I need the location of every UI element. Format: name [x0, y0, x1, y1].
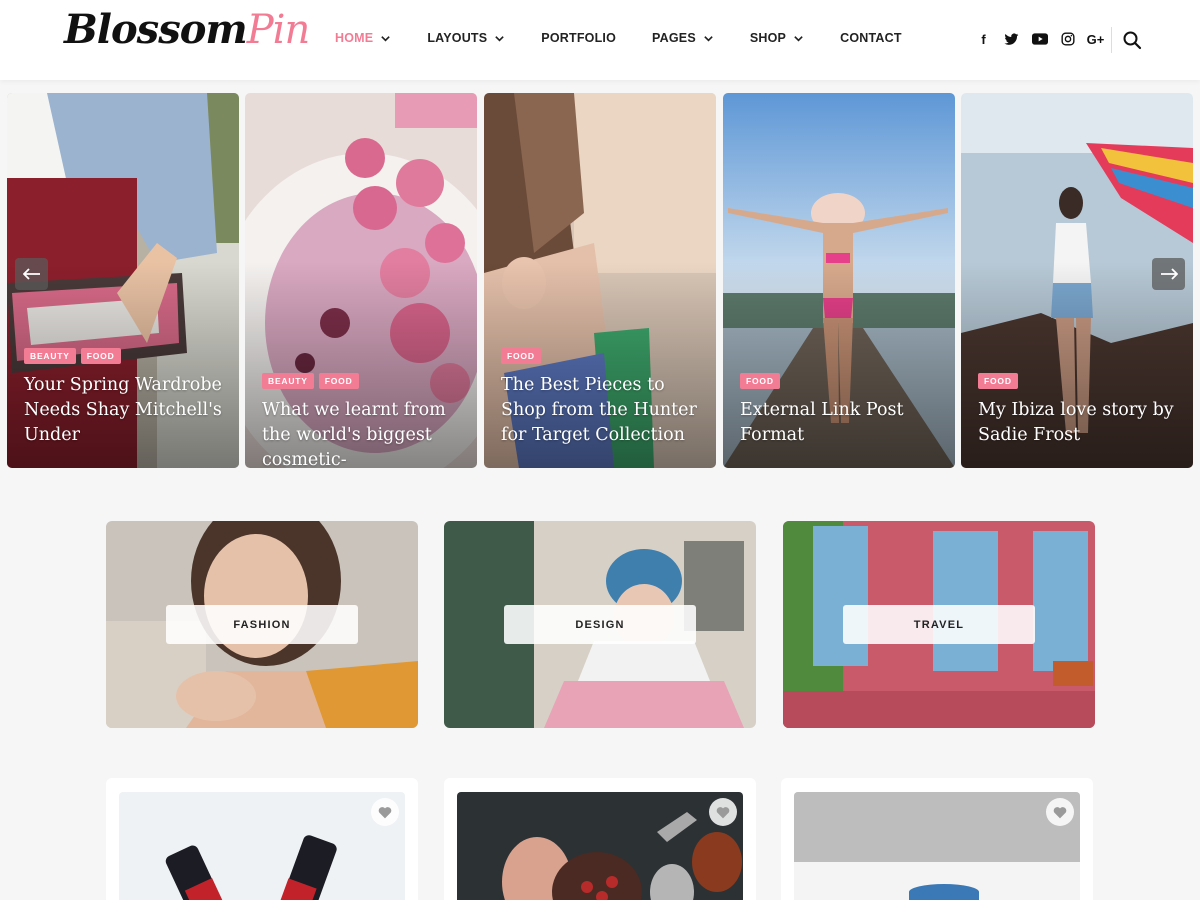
category-label: TRAVEL: [843, 605, 1035, 644]
tag-food[interactable]: FOOD: [80, 348, 121, 364]
slide-tags: BEAUTY FOOD: [24, 348, 121, 364]
nav-item-contact[interactable]: CONTACT: [840, 31, 902, 45]
post-card[interactable]: [781, 778, 1093, 900]
slide-item[interactable]: BEAUTY FOOD What we learnt from the worl…: [245, 93, 477, 468]
post-image: [794, 792, 1080, 900]
chevron-down-icon: [704, 35, 713, 42]
category-card-travel[interactable]: TRAVEL: [783, 521, 1095, 728]
tag-food[interactable]: FOOD: [318, 373, 359, 389]
post-card[interactable]: [444, 778, 756, 900]
slider-next-button[interactable]: [1152, 258, 1185, 290]
nav-item-shop[interactable]: SHOP: [750, 31, 804, 45]
nav-item-pages[interactable]: PAGES: [652, 31, 714, 45]
slide-title[interactable]: What we learnt from the world's biggest …: [262, 398, 465, 468]
main-nav: HOME LAYOUTS PORTFOLIO PAGES SHOP CONTAC…: [335, 31, 938, 45]
post-image: [119, 792, 405, 900]
tag-food[interactable]: FOOD: [740, 373, 780, 389]
slide-item[interactable]: FOOD The Best Pieces to Shop from the Hu…: [484, 93, 716, 468]
post-image: [457, 792, 743, 900]
nav-item-portfolio[interactable]: PORTFOLIO: [541, 31, 616, 45]
facebook-icon[interactable]: f: [975, 30, 992, 48]
nav-item-label: PAGES: [652, 31, 696, 45]
slide-item[interactable]: FOOD External Link Post Format: [723, 93, 955, 468]
tag-beauty[interactable]: BEAUTY: [24, 348, 76, 364]
header-divider: [1111, 27, 1112, 53]
slide-tags: FOOD: [978, 373, 1018, 389]
category-label: FASHION: [166, 605, 358, 644]
site-logo[interactable]: BlossomPin: [64, 6, 310, 53]
twitter-icon[interactable]: [1003, 30, 1020, 48]
google-plus-icon[interactable]: G+: [1087, 30, 1105, 48]
nav-item-label: SHOP: [749, 31, 787, 45]
slide-title[interactable]: Your Spring Wardrobe Needs Shay Mitchell…: [24, 373, 227, 448]
nav-item-home[interactable]: HOME: [335, 31, 391, 45]
post-card[interactable]: [106, 778, 418, 900]
logo-text-blossom: Blossom: [64, 6, 248, 53]
tag-beauty[interactable]: BEAUTY: [262, 373, 314, 389]
slide-tags: FOOD: [740, 373, 780, 389]
heart-icon[interactable]: [709, 798, 737, 826]
category-card-fashion[interactable]: FASHION: [106, 521, 418, 728]
category-card-design[interactable]: DESIGN: [444, 521, 756, 728]
arrow-left-icon: [22, 268, 40, 280]
nav-item-layouts[interactable]: LAYOUTS: [427, 31, 505, 45]
heart-icon[interactable]: [371, 798, 399, 826]
category-label: DESIGN: [504, 605, 696, 644]
site-header: BlossomPin HOME LAYOUTS PORTFOLIO PAGES …: [0, 0, 1200, 80]
tag-food[interactable]: FOOD: [501, 348, 541, 364]
search-icon[interactable]: [1122, 30, 1142, 50]
logo-text-pin: Pin: [246, 7, 310, 53]
nav-item-label: HOME: [335, 31, 374, 45]
social-links: f G+: [975, 30, 1104, 48]
heart-icon[interactable]: [1046, 798, 1074, 826]
slide-tags: BEAUTY FOOD: [262, 373, 359, 389]
tag-food[interactable]: FOOD: [978, 373, 1018, 389]
nav-item-label: LAYOUTS: [427, 31, 488, 45]
chevron-down-icon: [794, 35, 803, 42]
chevron-down-icon: [381, 35, 391, 42]
slide-tags: FOOD: [501, 348, 541, 364]
chevron-down-icon: [495, 35, 505, 42]
arrow-right-icon: [1160, 268, 1178, 280]
nav-item-label: PORTFOLIO: [541, 31, 617, 45]
youtube-icon[interactable]: [1031, 30, 1048, 48]
nav-item-label: CONTACT: [840, 31, 902, 45]
instagram-icon[interactable]: [1059, 30, 1076, 48]
slide-title[interactable]: My Ibiza love story by Sadie Frost: [978, 398, 1181, 448]
slider-prev-button[interactable]: [15, 258, 48, 290]
slide-title[interactable]: The Best Pieces to Shop from the Hunter …: [501, 373, 704, 448]
slide-title[interactable]: External Link Post Format: [740, 398, 943, 448]
